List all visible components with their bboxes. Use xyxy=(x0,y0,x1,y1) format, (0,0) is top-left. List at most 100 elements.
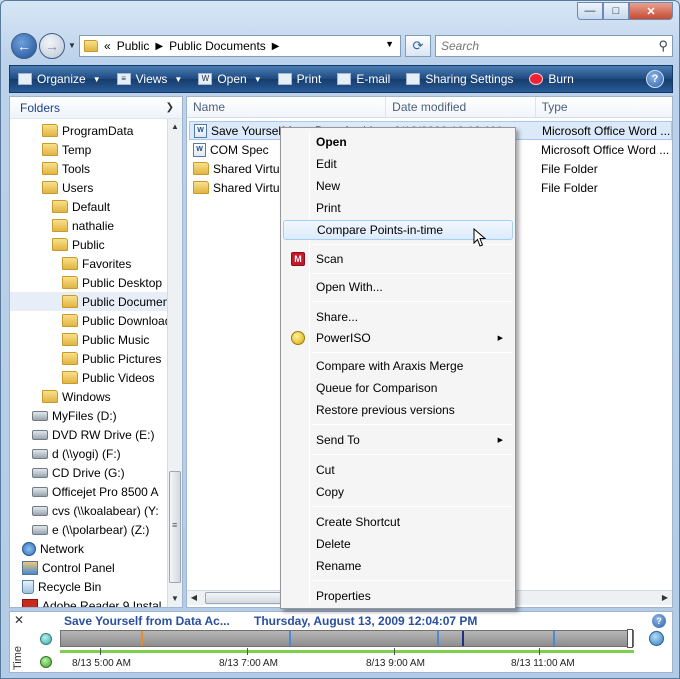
menu-item-scan[interactable]: M Scan xyxy=(283,249,513,269)
snapshot-tick[interactable] xyxy=(437,631,439,646)
tree-item[interactable]: Default xyxy=(10,197,168,216)
tree-item[interactable]: Users xyxy=(10,178,168,197)
tree-item[interactable]: CD Drive (G:) xyxy=(10,463,168,482)
poweriso-icon xyxy=(291,331,305,345)
tree-item[interactable]: d (\\yogi) (F:) xyxy=(10,444,168,463)
tree-item[interactable]: Tools xyxy=(10,159,168,178)
menu-item-rename[interactable]: Rename xyxy=(283,556,513,576)
menu-item-compare-with-araxis-merge[interactable]: Compare with Araxis Merge xyxy=(283,356,513,376)
address-bar[interactable]: « Public ▶ Public Documents ▶ ▼ xyxy=(79,35,401,57)
chevron-right-icon[interactable]: ▶ xyxy=(272,41,280,52)
tree-item[interactable]: Adobe Reader 9 Instal xyxy=(10,596,168,607)
recent-pages-dropdown[interactable]: ▼ xyxy=(68,41,76,50)
folder-icon xyxy=(62,352,78,365)
snapshot-tick[interactable] xyxy=(553,631,555,646)
menu-item-share[interactable]: Share... xyxy=(283,307,513,327)
zoom-icon[interactable] xyxy=(40,633,52,645)
folders-header[interactable]: Folders ❯ xyxy=(10,97,182,119)
globe-icon[interactable] xyxy=(649,631,664,646)
forward-button[interactable]: → xyxy=(39,33,65,59)
chevron-down-icon[interactable]: ▼ xyxy=(385,39,394,49)
minimize-button[interactable]: — xyxy=(577,2,603,20)
tree-item-label: Default xyxy=(72,199,111,214)
tree-item[interactable]: Windows xyxy=(10,387,168,406)
column-header-type[interactable]: Type xyxy=(536,97,672,117)
nav-vertical-scrollbar[interactable]: ▲ ≡ ▼ xyxy=(167,119,182,607)
tree-item[interactable]: Officejet Pro 8500 A xyxy=(10,482,168,501)
menu-item-send-to[interactable]: Send To ▶ xyxy=(283,430,513,450)
tree-item[interactable]: e (\\polarbear) (Z:) xyxy=(10,520,168,539)
scroll-down-icon[interactable]: ▼ xyxy=(168,591,182,607)
tree-item[interactable]: Public Pictures xyxy=(10,349,168,368)
organize-button[interactable]: Organize ▼ xyxy=(10,66,109,92)
menu-item-open-with[interactable]: Open With... xyxy=(283,277,513,297)
tree-item[interactable]: Public Music xyxy=(10,330,168,349)
close-button[interactable]: ✕ xyxy=(629,2,673,20)
tree-item[interactable]: Public xyxy=(10,235,168,254)
tree-item[interactable]: cvs (\\koalabear) (Y: xyxy=(10,501,168,520)
current-icon[interactable] xyxy=(40,656,52,668)
column-headers: Name Date modified Type xyxy=(187,97,672,118)
tree-item[interactable]: nathalie xyxy=(10,216,168,235)
column-header-name[interactable]: Name xyxy=(187,97,387,117)
drive-icon xyxy=(32,467,48,478)
scroll-up-icon[interactable]: ▲ xyxy=(168,119,182,135)
chevron-down-icon[interactable]: ❯ xyxy=(166,102,174,113)
timeline-track[interactable] xyxy=(60,629,634,648)
menu-item-cut[interactable]: Cut xyxy=(283,460,513,480)
snapshot-tick[interactable] xyxy=(289,631,291,646)
email-button[interactable]: E-mail xyxy=(329,66,398,92)
menu-item-new[interactable]: New xyxy=(283,176,513,196)
refresh-button[interactable]: ⟳ xyxy=(405,35,431,57)
tree-item[interactable]: ProgramData xyxy=(10,121,168,140)
tree-item[interactable]: Favorites xyxy=(10,254,168,273)
tree-item[interactable]: Temp xyxy=(10,140,168,159)
menu-item-delete[interactable]: Delete xyxy=(283,534,513,554)
search-box[interactable]: ⚲ xyxy=(435,35,673,57)
scroll-right-icon[interactable]: ▶ xyxy=(658,591,672,605)
breadcrumb-public[interactable]: Public xyxy=(117,39,150,53)
print-button[interactable]: Print xyxy=(270,66,330,92)
menu-item-poweriso[interactable]: PowerISO ▶ xyxy=(283,328,513,348)
tree-item[interactable]: Public Documents xyxy=(10,292,168,311)
snapshot-tick[interactable] xyxy=(141,631,143,646)
views-button[interactable]: ≡ Views ▼ xyxy=(109,66,191,92)
scroll-thumb[interactable]: ≡ xyxy=(169,471,181,583)
tree-item[interactable]: DVD RW Drive (E:) xyxy=(10,425,168,444)
menu-item-restore-previous-versions[interactable]: Restore previous versions xyxy=(283,400,513,420)
search-icon[interactable]: ⚲ xyxy=(658,38,668,54)
sharing-settings-button[interactable]: Sharing Settings xyxy=(398,66,521,92)
search-input[interactable] xyxy=(436,36,636,56)
menu-item-open[interactable]: Open xyxy=(283,132,513,152)
menu-item-properties[interactable]: Properties xyxy=(283,586,513,606)
tree-item[interactable]: Public Videos xyxy=(10,368,168,387)
file-type: Microsoft Office Word ... xyxy=(541,142,670,157)
tree-item[interactable]: MyFiles (D:) xyxy=(10,406,168,425)
menu-item-create-shortcut[interactable]: Create Shortcut xyxy=(283,512,513,532)
tree-item-label: Windows xyxy=(62,389,111,404)
tree-item[interactable]: Public Desktop xyxy=(10,273,168,292)
column-header-date-modified[interactable]: Date modified xyxy=(386,97,536,117)
chevron-right-icon[interactable]: ▶ xyxy=(155,41,163,52)
menu-item-queue-for-comparison[interactable]: Queue for Comparison xyxy=(283,378,513,398)
tree-item[interactable]: Network xyxy=(10,539,168,558)
timeline-slider-handle[interactable] xyxy=(627,629,633,648)
breadcrumb-public-documents[interactable]: Public Documents xyxy=(169,39,266,53)
snapshot-tick[interactable] xyxy=(462,631,464,646)
organize-label: Organize xyxy=(37,72,86,86)
menu-item-edit[interactable]: Edit xyxy=(283,154,513,174)
tree-item[interactable]: Control Panel xyxy=(10,558,168,577)
scroll-left-icon[interactable]: ◀ xyxy=(187,591,201,605)
close-timebar-icon[interactable]: ✕ xyxy=(14,613,24,627)
menu-item-print[interactable]: Print xyxy=(283,198,513,218)
burn-button[interactable]: Burn xyxy=(521,66,581,92)
open-button[interactable]: W Open ▼ xyxy=(190,66,269,92)
tree-item[interactable]: Recycle Bin xyxy=(10,577,168,596)
tree-item[interactable]: Public Downloads xyxy=(10,311,168,330)
maximize-button[interactable]: □ xyxy=(603,2,629,20)
help-icon[interactable]: ? xyxy=(652,614,666,628)
back-button[interactable]: ← xyxy=(11,33,37,59)
menu-item-copy[interactable]: Copy xyxy=(283,482,513,502)
help-button[interactable]: ? xyxy=(638,66,672,92)
breadcrumb-overflow[interactable]: « xyxy=(104,39,111,53)
